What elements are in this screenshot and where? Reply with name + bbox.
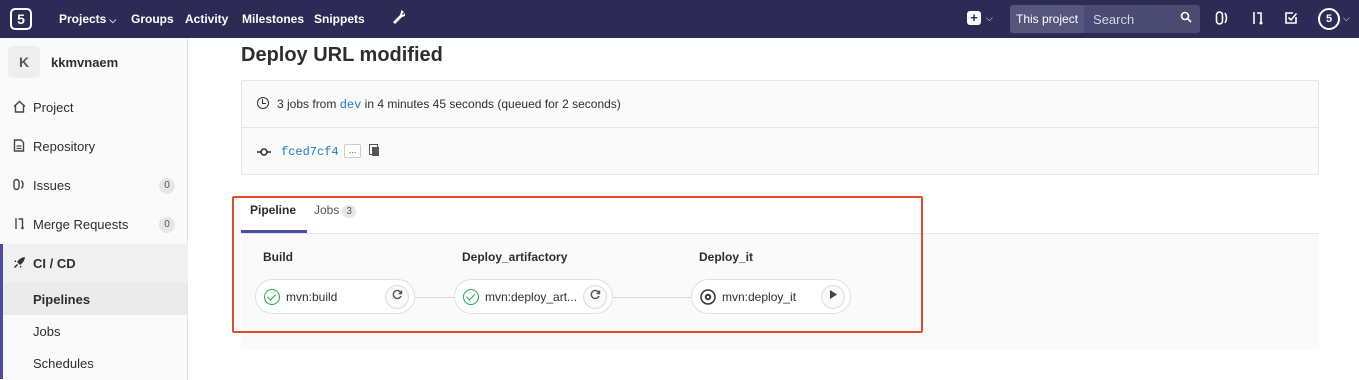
issues-icon[interactable] bbox=[1215, 10, 1229, 29]
sidebar-item-repository[interactable]: Repository bbox=[0, 127, 188, 166]
job-name: mvn:deploy_it bbox=[722, 290, 797, 304]
stage-title-deploy-artifactory: Deploy_artifactory bbox=[462, 250, 568, 264]
wrench-icon[interactable] bbox=[392, 9, 406, 30]
jobs-count-badge: 3 bbox=[342, 205, 356, 218]
sidebar-item-label: Repository bbox=[33, 139, 96, 154]
sidebar-subitem-pipelines[interactable]: Pipelines bbox=[0, 283, 187, 315]
sidebar-item-label: Merge Requests bbox=[33, 217, 129, 232]
branch-ref-link[interactable]: dev bbox=[340, 98, 362, 112]
play-icon bbox=[830, 290, 837, 299]
sidebar-project-header[interactable]: K kkmvnaem bbox=[0, 38, 188, 86]
top-navbar: 5 Projects ⌵ Groups Activity Milestones S… bbox=[0, 0, 1359, 38]
job-name: mvn:deploy_art... bbox=[485, 290, 578, 304]
search-icon[interactable] bbox=[1180, 11, 1192, 26]
chevron-down-icon: ⌵ bbox=[109, 15, 117, 25]
document-icon bbox=[11, 138, 27, 155]
sidebar-item-project[interactable]: Project bbox=[0, 88, 188, 127]
merge-request-icon[interactable] bbox=[1251, 10, 1265, 29]
nav-groups[interactable]: Groups bbox=[131, 0, 174, 38]
sidebar-item-label: Issues bbox=[33, 178, 71, 193]
commit-icon bbox=[257, 146, 271, 160]
retry-button[interactable] bbox=[385, 285, 409, 309]
rocket-icon bbox=[11, 256, 27, 272]
chevron-down-icon[interactable]: ⌵ bbox=[1343, 13, 1350, 24]
nav-activity[interactable]: Activity bbox=[185, 0, 228, 38]
status-manual-gear-icon bbox=[700, 289, 716, 310]
status-success-icon bbox=[463, 289, 479, 305]
merge-request-icon bbox=[11, 217, 27, 233]
search-scope-badge[interactable]: This project bbox=[1010, 5, 1085, 33]
commit-message-toggle-button[interactable]: ... bbox=[344, 144, 361, 158]
commit-sha-link[interactable]: fced7cf4 bbox=[281, 145, 339, 159]
summary-suffix: in 4 minutes 45 seconds (queued for 2 se… bbox=[361, 97, 621, 111]
pipeline-summary-row: 3 jobs from dev in 4 minutes 45 seconds … bbox=[242, 81, 1318, 128]
tab-jobs[interactable]: Jobs 3 bbox=[314, 203, 356, 218]
merge-requests-count-badge: 0 bbox=[159, 216, 175, 233]
stage-title-build: Build bbox=[263, 250, 293, 264]
project-avatar: K bbox=[8, 46, 40, 78]
page-title: Deploy URL modified bbox=[241, 44, 443, 66]
stage-connector bbox=[415, 297, 454, 298]
sidebar-item-label: Project bbox=[33, 100, 74, 115]
user-avatar[interactable]: 5 bbox=[1318, 8, 1340, 30]
project-name: kkmvnaem bbox=[51, 55, 119, 70]
job-mvn-deploy-it[interactable]: mvn:deploy_it bbox=[691, 279, 851, 314]
summary-prefix: 3 jobs from bbox=[277, 97, 340, 111]
tab-pipeline[interactable]: Pipeline bbox=[250, 203, 296, 217]
pipeline-summary-text: 3 jobs from dev in 4 minutes 45 seconds … bbox=[277, 97, 621, 112]
retry-icon bbox=[590, 289, 600, 300]
clock-icon bbox=[257, 97, 269, 109]
home-icon bbox=[11, 100, 27, 116]
nav-milestones[interactable]: Milestones bbox=[242, 0, 304, 38]
sidebar-subitem-jobs[interactable]: Jobs bbox=[0, 315, 187, 347]
sidebar-item-merge-requests[interactable]: Merge Requests 0 bbox=[0, 205, 188, 244]
gitlab-logo-icon[interactable]: 5 bbox=[10, 8, 32, 30]
tab-jobs-label: Jobs bbox=[314, 203, 340, 217]
sidebar-subitem-label: Jobs bbox=[33, 324, 61, 339]
issues-icon bbox=[11, 178, 27, 194]
job-mvn-build[interactable]: mvn:build bbox=[255, 279, 415, 314]
retry-icon bbox=[392, 289, 402, 300]
todo-icon[interactable] bbox=[1284, 10, 1298, 29]
job-name: mvn:build bbox=[286, 290, 338, 304]
nav-snippets[interactable]: Snippets bbox=[314, 0, 365, 38]
search-box: This project bbox=[1010, 5, 1200, 33]
pipeline-graph: Build Deploy_artifactory Deploy_it mvn:b… bbox=[241, 234, 1319, 349]
chevron-down-icon[interactable]: ⌵ bbox=[986, 13, 993, 24]
pipeline-tabs: Pipeline Jobs 3 bbox=[241, 193, 1319, 234]
pipeline-info-box: 3 jobs from dev in 4 minutes 45 seconds … bbox=[241, 80, 1319, 175]
retry-button[interactable] bbox=[583, 285, 607, 309]
sidebar-item-label: CI / CD bbox=[33, 256, 76, 271]
search-input[interactable] bbox=[1084, 11, 1185, 27]
sidebar-item-ci-cd[interactable]: CI / CD bbox=[0, 244, 188, 283]
plus-square-icon[interactable]: + bbox=[967, 11, 981, 25]
sidebar-subitem-label: Schedules bbox=[33, 356, 94, 371]
stage-title-deploy-it: Deploy_it bbox=[699, 250, 754, 264]
sidebar: K kkmvnaem Project Repository Issues 0 M… bbox=[0, 38, 188, 380]
nav-projects[interactable]: Projects ⌵ bbox=[59, 0, 116, 38]
sidebar-subitem-label: Pipelines bbox=[33, 292, 91, 307]
play-button[interactable] bbox=[821, 285, 845, 309]
issues-count-badge: 0 bbox=[159, 177, 175, 194]
status-success-icon bbox=[264, 289, 280, 305]
job-mvn-deploy-artifactory[interactable]: mvn:deploy_art... bbox=[454, 279, 613, 314]
stage-connector bbox=[613, 297, 691, 298]
sidebar-subitem-schedules[interactable]: Schedules bbox=[0, 347, 187, 379]
nav-projects-label: Projects bbox=[59, 12, 107, 26]
copy-icon[interactable] bbox=[369, 144, 379, 156]
active-tab-indicator bbox=[241, 230, 307, 233]
sidebar-item-issues[interactable]: Issues 0 bbox=[0, 166, 188, 205]
